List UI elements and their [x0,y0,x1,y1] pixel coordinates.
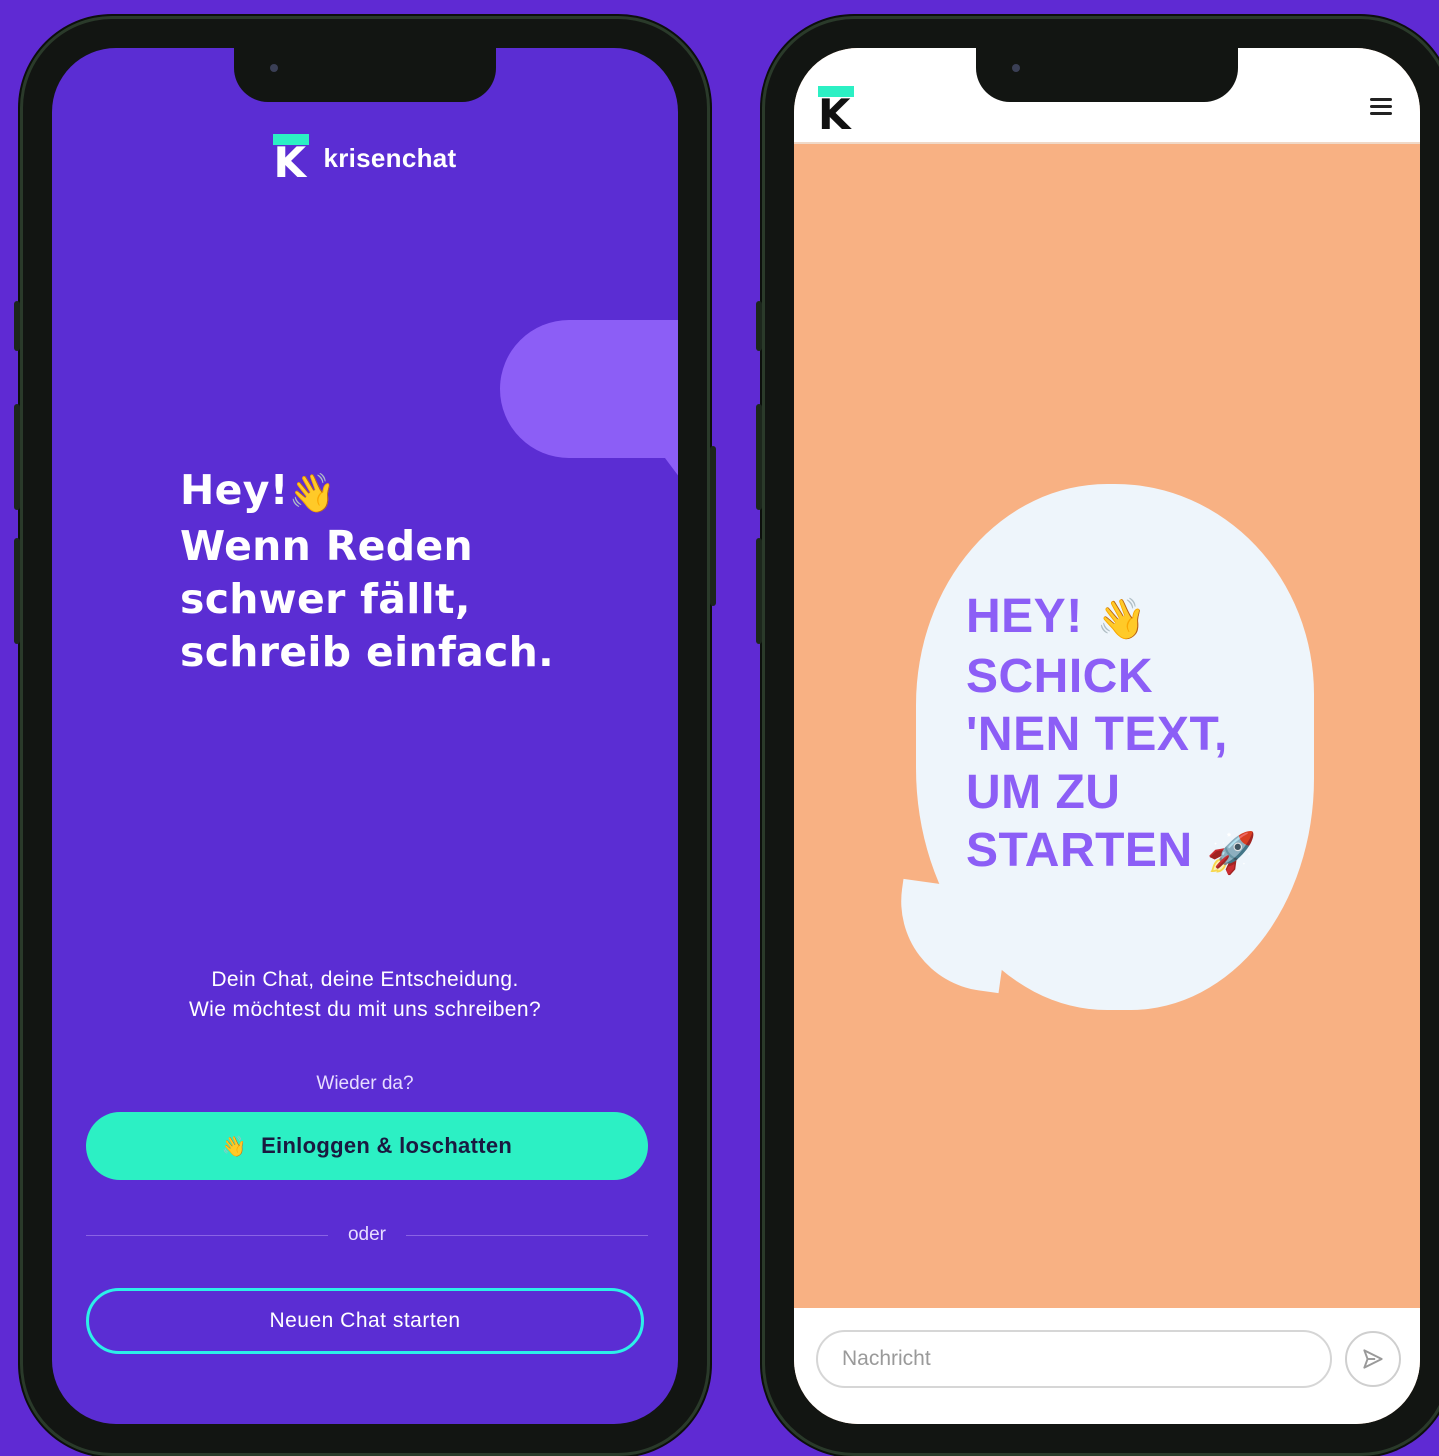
phone-volume-up [14,404,20,510]
bubble-line-4: UM ZU [966,766,1121,820]
phone-right: K HEY! 👋 SCHICK 'NEN TEXT, UM ZU STARTEN… [756,16,1439,1456]
or-divider: oder [86,1220,648,1250]
bubble-line-3: 'NEN TEXT, [966,708,1228,762]
bubble-line-5: STARTEN [966,824,1193,878]
headline-line-2: Wenn Reden [180,521,473,570]
returning-user-label: Wieder da? [316,1073,414,1094]
send-button[interactable] [1345,1331,1401,1387]
krisenchat-logo-icon: K [273,134,310,184]
divider-line [406,1234,648,1236]
waving-hand-icon: 👋 [288,470,337,515]
intro-subtext: Dein Chat, deine Entscheidung. Wie möcht… [52,965,678,1025]
rocket-icon: 🚀 [1206,831,1257,876]
decorative-speech-bubble [500,320,678,458]
message-input-bar [794,1308,1420,1424]
speech-bubble-text: HEY! 👋 SCHICK 'NEN TEXT, UM ZU STARTEN 🚀 [966,588,1296,883]
new-chat-button-label: Neuen Chat starten [269,1309,461,1332]
phone-volume-up [756,404,762,510]
brand-name: krisenchat [323,142,457,173]
new-chat-button[interactable]: Neuen Chat starten [86,1288,644,1354]
headline-line-3: schwer fällt, [180,574,471,623]
welcome-speech-bubble: HEY! 👋 SCHICK 'NEN TEXT, UM ZU STARTEN 🚀 [889,466,1334,1010]
brand-header: K krisenchat [52,134,678,184]
phone-side-button [756,301,762,351]
phone-side-button [14,301,20,351]
login-button[interactable]: 👋 Einloggen & loschatten [86,1112,648,1180]
hamburger-menu-icon[interactable] [1370,98,1392,116]
waving-hand-icon: 👋 [221,1135,248,1158]
bubble-line-2: SCHICK [966,650,1154,704]
phone-power-button [710,446,716,606]
decorative-speech-bubble-tail [656,446,678,486]
camera-icon [1012,64,1020,72]
headline-line-1: Hey! [180,466,289,514]
headline: Hey!👋 Wenn Reden schwer fällt, schreib e… [180,464,600,679]
right-screen: K HEY! 👋 SCHICK 'NEN TEXT, UM ZU STARTEN… [794,48,1420,1424]
krisenchat-logo-icon[interactable]: K [818,86,854,136]
left-screen: K krisenchat Hey!👋 Wenn Reden schwer fäl… [52,48,678,1424]
message-input[interactable] [816,1330,1332,1388]
subtext-line-2: Wie möchtest du mit uns schreiben? [188,998,542,1021]
camera-icon [270,64,278,72]
phone-notch [976,48,1238,102]
waving-hand-icon: 👋 [1096,597,1147,642]
phone-volume-down [756,538,762,644]
subtext-line-1: Dein Chat, deine Entscheidung. [211,968,519,991]
divider-label: oder [347,1224,387,1245]
phone-volume-down [14,538,20,644]
phone-left: K krisenchat Hey!👋 Wenn Reden schwer fäl… [14,16,716,1456]
login-button-label: Einloggen & loschatten [261,1133,513,1158]
divider-line [86,1234,328,1236]
headline-line-4: schreib einfach. [180,627,555,676]
bubble-line-1: HEY! [966,590,1083,643]
phone-notch [234,48,496,102]
send-icon [1363,1349,1383,1369]
